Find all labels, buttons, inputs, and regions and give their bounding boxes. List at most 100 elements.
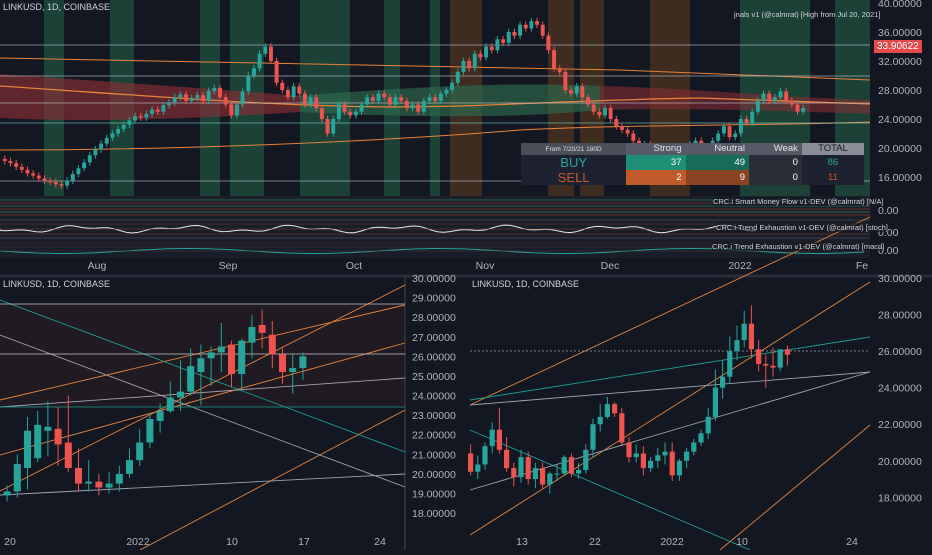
sell-neutral: 9 — [685, 170, 750, 185]
candle-body — [110, 133, 115, 138]
right-time-axis[interactable]: 13 22 2022 10 24 — [516, 536, 858, 548]
price-tick-label: 24.00000 — [412, 391, 456, 403]
candle-body — [648, 460, 654, 469]
candle-body — [314, 97, 319, 109]
candle-body — [178, 94, 183, 98]
candle-body — [212, 87, 217, 91]
candle-body — [626, 442, 632, 458]
candle-body — [712, 387, 718, 417]
candle-body — [240, 91, 245, 105]
right-trendline — [469, 429, 751, 551]
candle-body — [512, 32, 517, 36]
candle-body — [133, 116, 138, 121]
top-time-axis[interactable]: Aug Sep Oct Nov Dec 2022 Fe — [88, 260, 869, 272]
indicator-label-1: CRC.i Smart Money Flow v1-DEV (@calmrat)… — [713, 197, 884, 206]
candle-body — [603, 108, 607, 116]
candle-body — [772, 97, 777, 101]
candle-body — [455, 71, 460, 83]
candle-body — [217, 346, 225, 353]
price-tick-label: 30.00000 — [878, 273, 922, 285]
candle-body — [336, 104, 341, 119]
candle-body — [604, 404, 610, 417]
candle-body — [121, 124, 126, 130]
candle-body — [801, 108, 806, 112]
candle-body — [195, 95, 200, 98]
time-tick-label: Nov — [476, 260, 495, 272]
candle-body — [496, 429, 502, 450]
candle-body — [24, 430, 31, 468]
candle-body — [574, 86, 579, 94]
candle-body — [738, 119, 743, 134]
candle-body — [511, 468, 517, 478]
candle-body — [325, 119, 330, 134]
candle-body — [590, 424, 596, 450]
chart-layout: 40.00000 36.00000 32.00000 28.00000 24.00000… — [0, 0, 932, 551]
right-price-axis[interactable]: 30.00000 28.00000 26.00000 24.00000 22.00000… — [878, 273, 922, 504]
time-tick-label: 24 — [374, 536, 386, 548]
left-symbol-label: LINKUSD, 1D, COINBASE — [3, 279, 111, 289]
candle-body — [467, 61, 472, 69]
left-price-axis[interactable]: 30.00000 29.00000 28.00000 27.00000 26.00000… — [412, 273, 456, 520]
price-tick-label: 26.00000 — [878, 346, 922, 358]
candle-body — [359, 104, 364, 112]
candle-body — [13, 464, 21, 492]
right-trendlines — [469, 216, 871, 551]
candle-body — [263, 46, 268, 54]
candle-body — [353, 111, 358, 116]
candle-body — [734, 340, 740, 352]
candle-body — [116, 129, 121, 134]
buy-total: 86 — [801, 155, 864, 170]
candle-body — [399, 97, 404, 101]
right-candles — [468, 305, 790, 494]
candle-body — [115, 473, 123, 484]
price-tick-label: 22.00000 — [878, 419, 922, 431]
indicator-title: jnals v1 (@calmrat) [High from Jul 20, 2… — [734, 10, 881, 19]
candle-body — [720, 376, 726, 388]
price-tick-label: 27.00000 — [412, 332, 456, 344]
candle-body — [126, 460, 133, 474]
candle-body — [563, 71, 568, 90]
buy-weak: 0 — [749, 155, 802, 170]
candle-body — [187, 366, 195, 392]
candle-body — [234, 104, 239, 116]
candle-body — [370, 97, 375, 101]
candle-body — [608, 108, 613, 119]
candle-body — [184, 94, 188, 101]
candle-body — [382, 93, 387, 98]
candle-body — [150, 109, 155, 114]
left-time-axis[interactable]: 20 2022 10 17 24 — [4, 536, 386, 548]
candle-body — [82, 162, 87, 169]
candle-body — [177, 391, 184, 398]
candle-body — [34, 424, 42, 459]
table-row-sell: SELL 2 9 0 11 — [521, 170, 864, 185]
price-tick-label: 23.00000 — [412, 410, 456, 422]
time-tick-label: 20 — [4, 536, 16, 548]
table-header-total: TOTAL — [801, 143, 864, 155]
candle-body — [489, 46, 494, 51]
price-tick-label: 29.00000 — [412, 293, 456, 305]
candle-body — [410, 104, 415, 109]
candle-body — [506, 32, 511, 43]
time-tick-label: Dec — [601, 260, 620, 272]
table-row-buy: BUY 37 49 0 86 — [521, 155, 864, 170]
candle-body — [489, 429, 495, 447]
price-tick-label: 16.00000 — [878, 172, 922, 184]
candle-body — [789, 100, 794, 105]
candle-body — [583, 449, 589, 470]
candle-body — [65, 180, 70, 186]
candle-body — [268, 334, 276, 355]
candle-body — [319, 108, 324, 119]
candle-body — [421, 100, 426, 112]
candle-body — [172, 97, 177, 103]
candle-body — [280, 82, 285, 90]
candle-body — [721, 126, 726, 134]
sell-weak: 0 — [749, 170, 802, 185]
candle-body — [640, 453, 646, 469]
candle-body — [633, 453, 639, 458]
signal-table: From 7/20/21 180D Strong Neutral Weak TO… — [521, 143, 864, 185]
candle-body — [716, 133, 721, 141]
buy-label: BUY — [521, 155, 627, 170]
candle-body — [268, 46, 273, 61]
candle-body — [761, 93, 766, 101]
candle-body — [561, 457, 567, 474]
